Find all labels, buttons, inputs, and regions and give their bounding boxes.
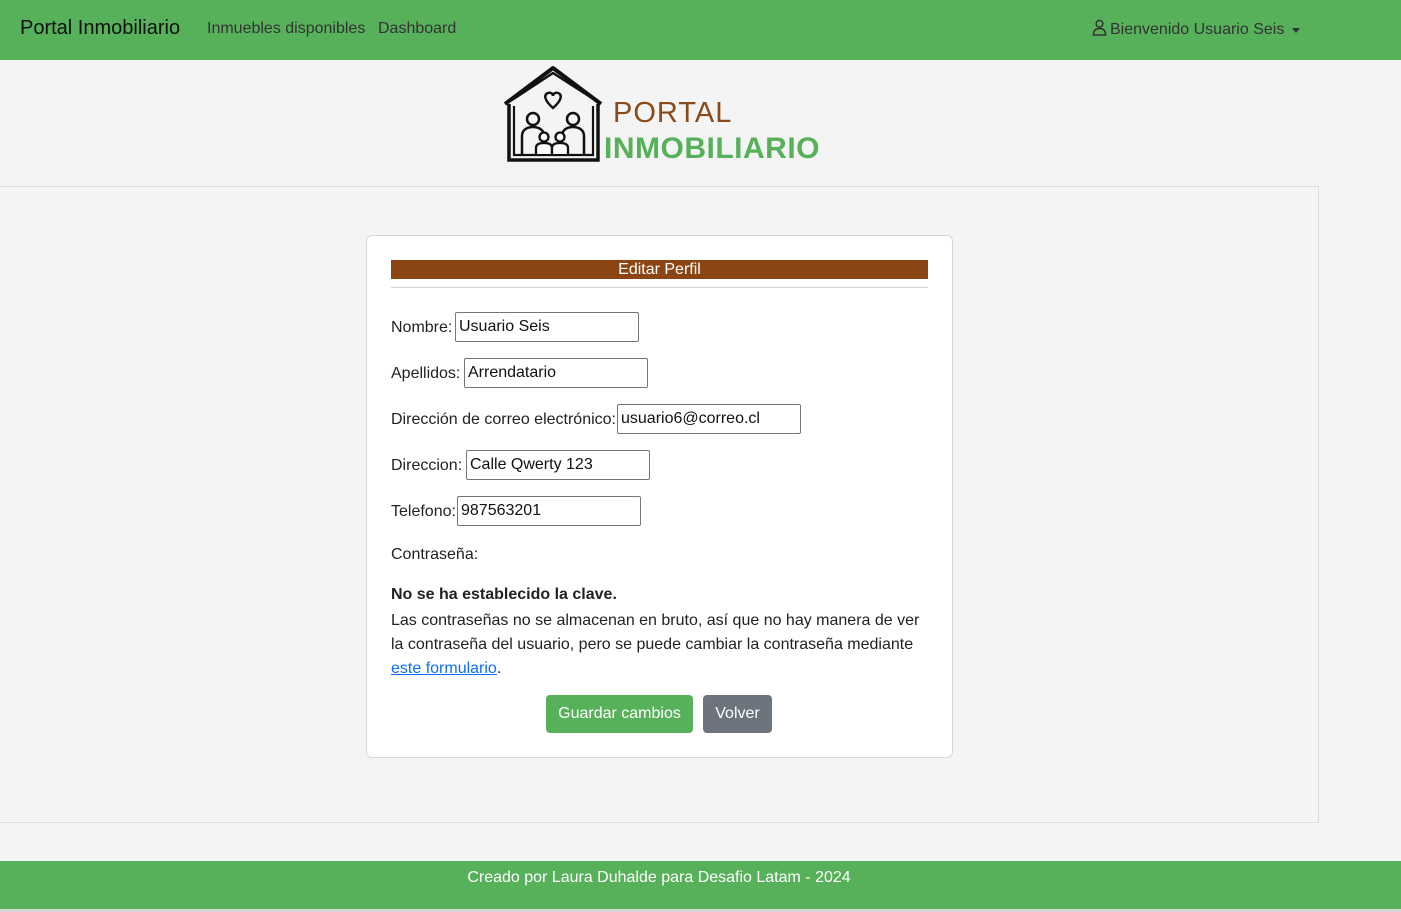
direccion-input[interactable] [466,450,650,480]
edit-profile-card: Editar Perfil Nombre: Apellidos: Direcci… [366,235,953,758]
email-input[interactable] [617,404,801,434]
card-title: Editar Perfil [391,260,928,279]
user-dropdown-toggle[interactable]: Bienvenido Usuario Seis [1092,19,1301,41]
nav-link-dashboard[interactable]: Dashboard [378,20,456,38]
password-help-end: . [496,660,502,677]
nombre-label: Nombre: [391,319,453,336]
divider [391,287,928,288]
top-navbar: Portal Inmobiliario Inmuebles disponible… [0,0,1401,60]
save-changes-button[interactable]: Guardar cambios [546,695,693,733]
footer-credit: Creado por Laura Duhalde para Desafio La… [467,869,851,886]
footer: Creado por Laura Duhalde para Desafio La… [0,861,1401,909]
navbar-brand[interactable]: Portal Inmobiliario [20,17,180,40]
nav-link-inmuebles-disponibles[interactable]: Inmuebles disponibles [207,20,365,38]
password-label: Contraseña: [391,546,479,563]
telefono-input[interactable] [457,496,641,526]
password-help-text: Las contraseñas no se almacenan en bruto… [391,609,931,681]
logo-text-portal: PORTAL [613,97,733,129]
direccion-label: Direccion: [391,457,463,474]
user-menu-label: Bienvenido Usuario Seis [1110,21,1285,38]
email-label: Dirección de correo electrónico: [391,411,616,428]
telefono-label: Telefono: [391,503,456,520]
portal-logo: PORTAL INMOBILIARIO [500,64,840,166]
user-icon [1092,19,1110,41]
nombre-input[interactable] [455,312,639,342]
apellidos-input[interactable] [464,358,648,388]
password-change-link[interactable]: este formulario [391,660,497,677]
password-help: Las contraseñas no se almacenan en bruto… [391,612,920,653]
house-family-icon [503,66,603,162]
password-status: No se ha establecido la clave. [391,586,617,603]
caret-down-icon [1292,27,1301,33]
apellidos-label: Apellidos: [391,365,461,382]
back-button[interactable]: Volver [703,695,772,733]
logo-text-inmobiliario: INMOBILIARIO [604,132,820,165]
